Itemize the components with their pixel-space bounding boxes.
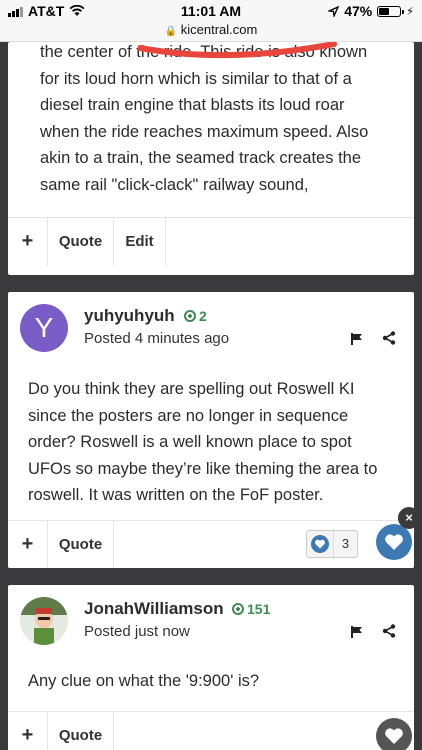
like-reaction-icon <box>307 535 333 553</box>
post-card-3: JonahWilliamson 151 Posted just now Any … <box>8 585 414 750</box>
status-bar: AT&T 11:01 AM 47% ⚡ <box>0 0 422 20</box>
post-timestamp: Posted just now <box>84 623 190 640</box>
body-line: diesel train engine that blasts its loud… <box>40 96 345 114</box>
reaction-count[interactable]: 3 <box>306 530 358 558</box>
battery-percent: 47% <box>344 3 373 19</box>
url-bar[interactable]: 🔒 kicentral.com <box>0 20 422 42</box>
body-line: akin to a train, the seamed track create… <box>40 149 362 167</box>
reputation-badge: 151 <box>232 601 270 617</box>
user-photo-avatar <box>20 597 68 645</box>
battery-icon <box>377 5 405 17</box>
post-header: Y yuhyuhyuh 2 Posted 4 minutes ago <box>8 292 414 362</box>
post-footer: + Quote Edit <box>8 217 414 266</box>
reputation-count: 2 <box>199 308 207 324</box>
battery-area: 47% ⚡ <box>328 3 414 19</box>
reputation-plus-icon <box>232 603 244 615</box>
quote-button[interactable]: Quote <box>48 711 114 750</box>
reputation-plus-icon <box>184 310 196 322</box>
red-scribble-highlight <box>138 42 337 59</box>
post-body: Do you think they are spelling out Roswe… <box>28 380 378 504</box>
avatar[interactable]: Y <box>20 304 68 352</box>
charging-icon: ⚡ <box>406 5 414 18</box>
quote-button[interactable]: Quote <box>48 217 114 266</box>
multiquote-button[interactable]: + <box>8 217 48 266</box>
post-card-1: the center of the ride. This ride is als… <box>8 42 414 275</box>
share-icon[interactable] <box>382 331 396 345</box>
body-line: when the ride reaches maximum speed. Als… <box>40 122 369 141</box>
react-heart-button[interactable] <box>376 718 412 750</box>
post-body-quote: the center of the ride. This ride is als… <box>28 42 408 206</box>
avatar-letter: Y <box>34 312 54 343</box>
location-arrow-icon <box>328 5 340 17</box>
post-body: Any clue on what the '9:900' is? <box>28 672 260 690</box>
report-flag-icon[interactable] <box>350 332 364 346</box>
report-flag-icon[interactable] <box>350 625 364 639</box>
body-line: for its loud horn which is similar to th… <box>40 69 352 88</box>
post-timestamp: Posted 4 minutes ago <box>84 330 230 347</box>
body-line: same rail "click-clack" railway sound, <box>40 175 309 194</box>
react-heart-button[interactable] <box>376 524 412 560</box>
reputation-count: 151 <box>247 601 271 617</box>
username-link[interactable]: JonahWilliamson <box>84 599 224 619</box>
share-icon[interactable] <box>382 624 396 638</box>
multiquote-button[interactable]: + <box>8 711 48 750</box>
post-footer: + Quote <box>8 711 414 750</box>
username-link[interactable]: yuhyuhyuh <box>84 306 175 326</box>
lock-icon: 🔒 <box>164 26 178 37</box>
post-body-text: the center of the ride. This ride is als… <box>28 42 408 198</box>
post-card-2: Y yuhyuhyuh 2 Posted 4 minutes ago Do yo… <box>8 292 414 568</box>
heart-icon <box>385 728 403 744</box>
quote-button[interactable]: Quote <box>48 520 114 568</box>
post-header: JonahWilliamson 151 Posted just now <box>8 585 414 655</box>
reaction-number: 3 <box>333 531 357 557</box>
close-button[interactable]: × <box>398 507 420 529</box>
heart-icon <box>385 534 403 550</box>
multiquote-button[interactable]: + <box>8 520 48 568</box>
reputation-badge: 2 <box>184 308 207 324</box>
edit-button[interactable]: Edit <box>114 217 166 266</box>
avatar[interactable] <box>20 597 68 645</box>
url-text: kicentral.com <box>180 22 258 37</box>
